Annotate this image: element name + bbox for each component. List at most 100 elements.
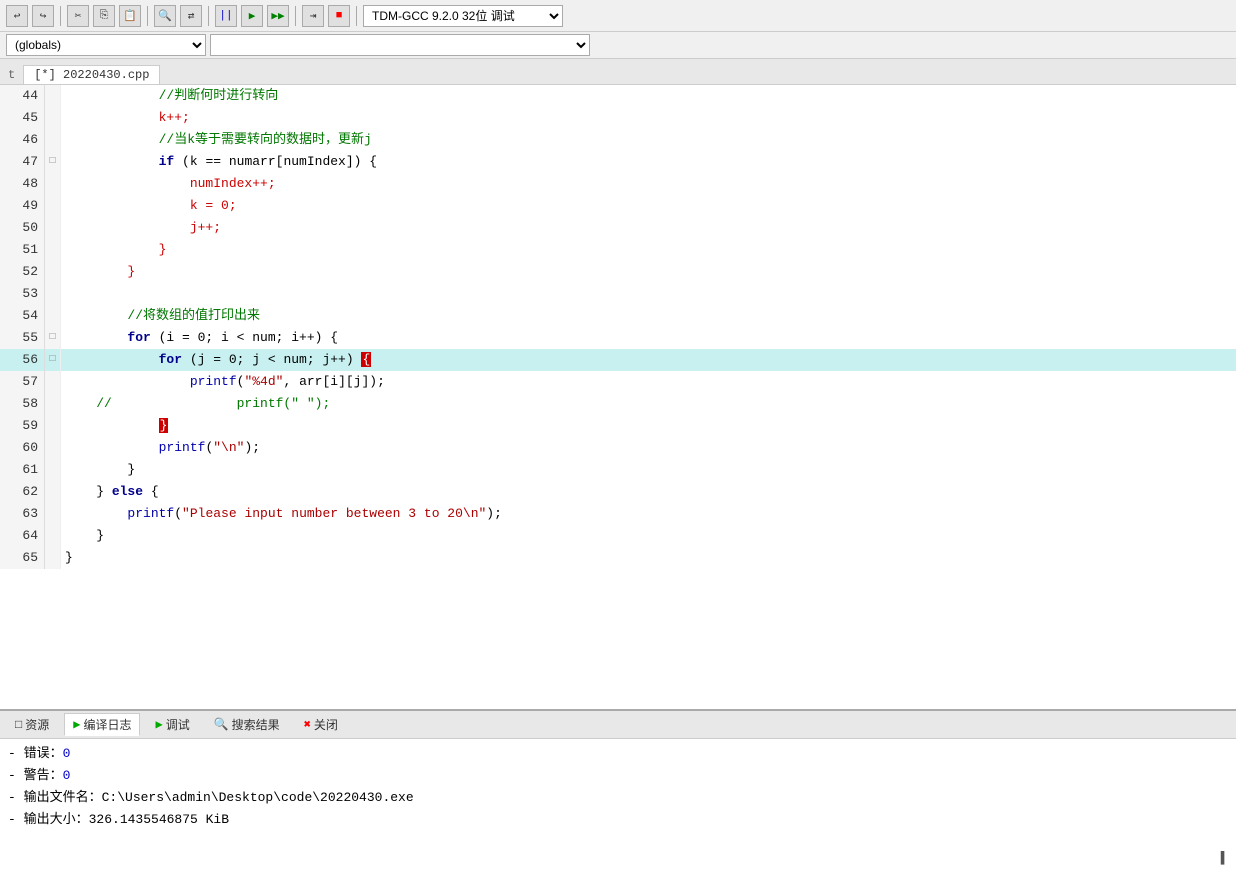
fold-icon[interactable]: [45, 305, 61, 327]
separator-5: [356, 6, 357, 26]
scope-dropdown[interactable]: (globals): [6, 34, 206, 56]
file-tab[interactable]: [*] 20220430.cpp: [23, 65, 160, 84]
separator-4: [295, 6, 296, 26]
code-content: for (i = 0; i < num; i++) {: [61, 327, 1236, 349]
stop-button[interactable]: ■: [328, 5, 350, 27]
code-content: } else {: [61, 481, 1236, 503]
fold-icon[interactable]: [45, 261, 61, 283]
tab-bar: t [*] 20220430.cpp: [0, 59, 1236, 85]
table-row: 46 //当k等于需要转向的数据时，更新j: [0, 129, 1236, 151]
table-row: 45 k++;: [0, 107, 1236, 129]
line-number: 45: [0, 107, 45, 129]
copy-button[interactable]: ⎘: [93, 5, 115, 27]
fold-icon[interactable]: [45, 503, 61, 525]
line-number: 63: [0, 503, 45, 525]
tab-close[interactable]: ✖ 关闭: [295, 713, 347, 736]
table-row: 59 }: [0, 415, 1236, 437]
code-area[interactable]: 44 //判断何时进行转向 45 k++; 46 //当k等于需要转向的数据时，…: [0, 85, 1236, 709]
fold-icon[interactable]: □: [45, 349, 61, 371]
line-number: 54: [0, 305, 45, 327]
bottom-tab-bar: □ 资源 ▶ 编译日志 ▶ 调试 🔍 搜索结果 ✖ 关闭: [0, 711, 1236, 739]
redo-button[interactable]: ↪: [32, 5, 54, 27]
line-number: 62: [0, 481, 45, 503]
fold-icon[interactable]: [45, 195, 61, 217]
tab-compile-log-label: 编译日志: [83, 716, 131, 733]
line-number: 55: [0, 327, 45, 349]
fold-icon[interactable]: [45, 217, 61, 239]
code-content: k = 0;: [61, 195, 1236, 217]
step-into-button[interactable]: ⇥: [302, 5, 324, 27]
line-number: 53: [0, 283, 45, 305]
cut-button[interactable]: ✂: [67, 5, 89, 27]
output-file-value: C:\Users\admin\Desktop\code\20220430.exe: [102, 790, 414, 805]
tab-label: [*] 20220430.cpp: [34, 68, 149, 82]
undo-button[interactable]: ↩: [6, 5, 28, 27]
fold-icon[interactable]: [45, 283, 61, 305]
code-content: for (j = 0; j < num; j++) {: [61, 349, 1236, 371]
code-content: printf("\n");: [61, 437, 1236, 459]
table-row: 51 }: [0, 239, 1236, 261]
code-content: //将数组的值打印出来: [61, 305, 1236, 327]
code-content: if (k == numarr[numIndex]) {: [61, 151, 1236, 173]
line-number: 46: [0, 129, 45, 151]
tab-debug[interactable]: ▶ 调试: [146, 713, 198, 736]
run-args-button[interactable]: ▶▶: [267, 5, 289, 27]
close-icon: ✖: [304, 717, 311, 732]
code-content: }: [61, 415, 1236, 437]
fold-icon[interactable]: □: [45, 327, 61, 349]
toolbar: ↩ ↪ ✂ ⎘ 📋 🔍 ⇄ || ▶ ▶▶ ⇥ ■ TDM-GCC 9.2.0 …: [0, 0, 1236, 32]
table-row: 50 j++;: [0, 217, 1236, 239]
fold-icon[interactable]: [45, 371, 61, 393]
table-row: 62 } else {: [0, 481, 1236, 503]
table-row: 54 //将数组的值打印出来: [0, 305, 1236, 327]
list-item: - 警告：0: [8, 765, 1228, 787]
code-content: }: [61, 261, 1236, 283]
tab-resources[interactable]: □ 资源: [6, 713, 58, 736]
compiler-dropdown[interactable]: TDM-GCC 9.2.0 32位 调试: [363, 5, 563, 27]
fold-icon[interactable]: [45, 459, 61, 481]
line-number: 65: [0, 547, 45, 569]
fold-icon[interactable]: [45, 107, 61, 129]
code-content: // printf(" ");: [61, 393, 1236, 415]
separator-1: [60, 6, 61, 26]
line-number: 51: [0, 239, 45, 261]
separator-2: [147, 6, 148, 26]
table-row: 57 printf("%4d", arr[i][j]);: [0, 371, 1236, 393]
line-number: 58: [0, 393, 45, 415]
tab-compile-log[interactable]: ▶ 编译日志: [64, 713, 140, 736]
code-content: k++;: [61, 107, 1236, 129]
code-content: j++;: [61, 217, 1236, 239]
fold-icon[interactable]: [45, 415, 61, 437]
line-number: 48: [0, 173, 45, 195]
replace-button[interactable]: ⇄: [180, 5, 202, 27]
line-number: 52: [0, 261, 45, 283]
fold-icon[interactable]: [45, 85, 61, 107]
fold-icon[interactable]: [45, 481, 61, 503]
search-icon: 🔍: [214, 717, 229, 732]
debug-icon: ▶: [155, 717, 162, 732]
dropdown-bar: (globals): [0, 32, 1236, 59]
fold-icon[interactable]: [45, 129, 61, 151]
error-label: - 错误：: [8, 746, 63, 761]
tab-close-label: 关闭: [314, 716, 338, 733]
fold-icon[interactable]: [45, 547, 61, 569]
code-content: }: [61, 239, 1236, 261]
tab-search[interactable]: 🔍 搜索结果: [205, 713, 289, 736]
table-row: 58 // printf(" ");: [0, 393, 1236, 415]
fold-icon[interactable]: [45, 393, 61, 415]
error-value: 0: [63, 746, 71, 761]
symbol-dropdown[interactable]: [210, 34, 590, 56]
fold-icon[interactable]: [45, 173, 61, 195]
run-button[interactable]: ▶: [241, 5, 263, 27]
paste-button[interactable]: 📋: [119, 5, 141, 27]
fold-icon[interactable]: [45, 239, 61, 261]
fold-icon[interactable]: [45, 437, 61, 459]
separator-3: [208, 6, 209, 26]
fold-icon[interactable]: □: [45, 151, 61, 173]
table-row: 61 }: [0, 459, 1236, 481]
fold-icon[interactable]: [45, 525, 61, 547]
tab-resources-label: 资源: [25, 716, 49, 733]
compile-button[interactable]: ||: [215, 5, 237, 27]
table-row: 53: [0, 283, 1236, 305]
find-button[interactable]: 🔍: [154, 5, 176, 27]
